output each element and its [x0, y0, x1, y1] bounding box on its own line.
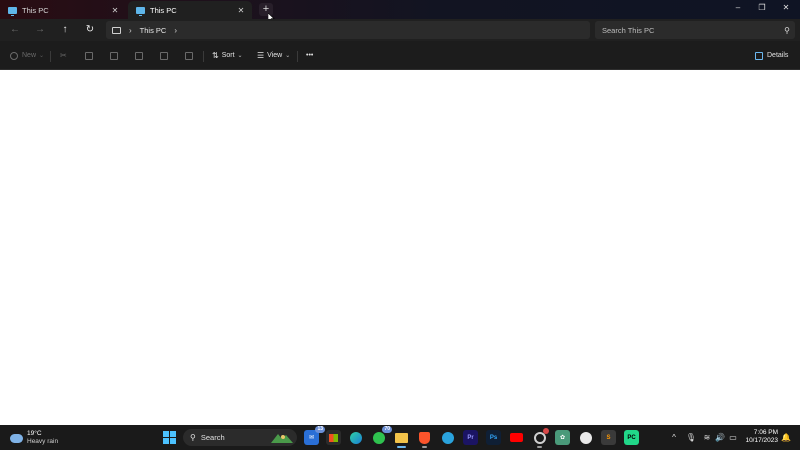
- running-app-indicator: [422, 446, 427, 448]
- rename-button[interactable]: [135, 48, 143, 63]
- delete-button[interactable]: [185, 48, 193, 63]
- taskbar-search[interactable]: ⚲ Search: [183, 429, 297, 446]
- forward-button[interactable]: →: [32, 22, 48, 38]
- whatsapp-badge: 70: [382, 426, 392, 433]
- speaker-icon[interactable]: 🔊: [714, 430, 726, 445]
- share-icon: [160, 51, 168, 60]
- minimize-button[interactable]: –: [726, 1, 750, 15]
- clock[interactable]: 7:06 PM 10/17/2023: [745, 429, 778, 445]
- microsoft-store-icon[interactable]: [326, 430, 341, 445]
- cut-button[interactable]: ✂: [60, 48, 70, 63]
- clock-time: 7:06 PM: [753, 429, 778, 436]
- file-list-pane[interactable]: [0, 71, 800, 425]
- back-button[interactable]: ←: [7, 22, 23, 38]
- search-icon: ⚲: [190, 433, 196, 442]
- chatgpt-app-icon[interactable]: ✿: [555, 430, 570, 445]
- weather-widget[interactable]: 19°C Heavy rain: [10, 430, 58, 446]
- command-bar: New ⌄ ✂ ⇅ Sort ⌄ ☰ View ⌄ ••• Details: [0, 41, 800, 70]
- share-button[interactable]: [160, 48, 168, 63]
- sublime-text-icon[interactable]: S: [601, 430, 616, 445]
- chrome-app-icon[interactable]: [532, 428, 549, 448]
- whatsapp-icon[interactable]: 70: [371, 426, 392, 445]
- chevron-down-icon: ⌄: [285, 53, 291, 59]
- tab-close-icon[interactable]: ✕: [234, 6, 248, 15]
- microphone-icon[interactable]: 🎙: [685, 430, 697, 445]
- taskbar-search-label: Search: [200, 433, 225, 442]
- windows-logo-icon: [163, 431, 176, 444]
- pycharm-icon[interactable]: PC: [624, 430, 639, 445]
- view-button[interactable]: ☰ View ⌄: [257, 48, 290, 63]
- brave-browser-icon[interactable]: [417, 430, 432, 448]
- details-label: Details: [767, 52, 789, 59]
- active-app-indicator: [397, 446, 406, 448]
- address-bar[interactable]: › This PC ›: [106, 21, 590, 39]
- sort-icon: ⇅: [212, 51, 219, 60]
- messenger-icon[interactable]: [578, 430, 593, 445]
- mail-badge: 13: [315, 426, 325, 433]
- chevron-right-icon[interactable]: ›: [129, 26, 132, 35]
- plus-circle-icon: [10, 51, 18, 60]
- tab-close-icon[interactable]: ✕: [108, 6, 122, 15]
- computer-icon: [8, 6, 17, 16]
- notification-bell-icon[interactable]: 🔔: [780, 430, 792, 445]
- wifi-icon[interactable]: ≋: [701, 430, 713, 445]
- rename-icon: [135, 51, 143, 60]
- scissors-icon: ✂: [60, 51, 67, 60]
- chevron-down-icon: ⌄: [237, 53, 243, 59]
- search-box[interactable]: ⚲: [595, 21, 795, 39]
- up-button[interactable]: ↑: [57, 22, 73, 38]
- telegram-icon[interactable]: [440, 430, 455, 445]
- edge-browser-icon[interactable]: [348, 430, 363, 445]
- tab-this-pc-2[interactable]: This PC ✕: [128, 1, 252, 19]
- details-button[interactable]: Details: [755, 48, 788, 63]
- sort-label: Sort: [221, 52, 235, 59]
- battery-icon[interactable]: ▭: [727, 430, 739, 445]
- mail-app-icon[interactable]: ✉ 13: [304, 426, 325, 445]
- search-input[interactable]: [602, 25, 779, 35]
- premiere-pro-icon[interactable]: Pr: [463, 430, 478, 445]
- details-pane-icon: [755, 51, 763, 60]
- navigation-bar: ← → ↑ ↻ › This PC › ⚲: [0, 19, 800, 41]
- sort-button[interactable]: ⇅ Sort ⌄: [212, 48, 243, 63]
- paste-button[interactable]: [110, 48, 118, 63]
- chevron-down-icon: ⌄: [39, 53, 45, 59]
- computer-icon: [136, 6, 145, 16]
- clock-date: 10/17/2023: [745, 437, 778, 444]
- new-button[interactable]: New ⌄: [10, 48, 44, 63]
- copy-button[interactable]: [85, 48, 93, 63]
- new-label: New: [22, 52, 37, 59]
- weather-condition: Heavy rain: [27, 438, 59, 445]
- breadcrumb-this-pc[interactable]: This PC: [140, 26, 167, 35]
- divider: [203, 51, 204, 62]
- start-button[interactable]: [162, 430, 177, 445]
- view-label: View: [267, 52, 283, 59]
- trash-icon: [185, 51, 193, 60]
- clipboard-icon: [110, 51, 118, 60]
- file-explorer-icon[interactable]: [394, 430, 409, 448]
- notification-dot: [543, 428, 549, 434]
- chevron-right-icon[interactable]: ›: [174, 26, 177, 35]
- copy-icon: [85, 51, 93, 60]
- maximize-button[interactable]: ❐: [750, 1, 774, 15]
- show-hidden-icons-chevron-up-icon[interactable]: ^: [668, 430, 680, 445]
- taskbar: 19°C Heavy rain ⚲ Search ✉ 13 70 Pr Ps ✿…: [0, 425, 800, 450]
- divider: [297, 51, 298, 62]
- divider: [50, 51, 51, 62]
- tab-label: This PC: [150, 5, 177, 15]
- view-icon: ☰: [257, 51, 265, 60]
- weather-temperature: 19°C: [27, 430, 42, 437]
- running-app-indicator: [537, 446, 542, 448]
- search-icon: ⚲: [784, 25, 790, 35]
- photoshop-icon[interactable]: Ps: [486, 430, 501, 445]
- more-options-button[interactable]: •••: [306, 48, 313, 63]
- monitor-icon: [112, 26, 121, 34]
- close-window-button[interactable]: ✕: [774, 1, 798, 15]
- search-highlight-icon: [271, 434, 293, 443]
- title-bar: This PC ✕ This PC ✕ + – ❐ ✕: [0, 0, 800, 23]
- rain-cloud-icon: [10, 433, 23, 443]
- tab-label: This PC: [22, 5, 49, 15]
- youtube-icon[interactable]: [509, 430, 524, 445]
- tab-this-pc-1[interactable]: This PC ✕: [0, 1, 126, 19]
- refresh-button[interactable]: ↻: [82, 22, 98, 38]
